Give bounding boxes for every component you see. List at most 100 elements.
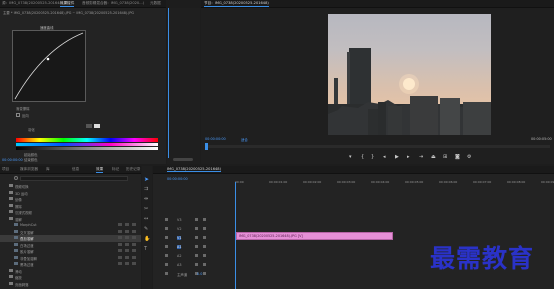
effects-tree-label: 划像	[15, 198, 22, 202]
speed-curve-graph[interactable]	[12, 30, 86, 102]
toggle-output-icon[interactable]	[195, 254, 198, 257]
lock-icon[interactable]	[165, 254, 168, 257]
effects-tabbar: 项目 媒体浏览器 库 信息 效果 标记 历史记录	[0, 166, 141, 174]
eye-icon[interactable]	[203, 245, 206, 248]
gradient-bar[interactable]	[16, 138, 158, 142]
lock-icon[interactable]	[165, 236, 168, 239]
track-header[interactable]: V3	[161, 216, 233, 224]
text-tool-icon[interactable]: T	[144, 246, 147, 252]
reverse-label: 反向	[22, 114, 29, 118]
slip-tool-icon[interactable]: ↔	[144, 216, 148, 222]
v1-clip[interactable]: IMG_0738(20200525-201648).JPG [V]	[236, 232, 393, 240]
fit-dropdown[interactable]: 适合	[241, 137, 248, 142]
step-back-icon[interactable]: ◂	[383, 154, 386, 160]
32bit-icon	[125, 236, 129, 239]
folder-icon	[9, 281, 13, 285]
speed-curve-line	[14, 32, 84, 100]
effect-controls-timecode[interactable]: 00:00:00:00	[2, 158, 23, 162]
effects-tree-label: 溶解	[15, 217, 22, 222]
gradient-bar-3[interactable]	[16, 147, 158, 150]
tab-libraries[interactable]: 库	[46, 167, 50, 172]
track-header[interactable]: A3	[161, 261, 233, 269]
yuv-icon	[132, 229, 136, 233]
eye-icon[interactable]	[203, 236, 206, 239]
toggle-output-icon[interactable]	[195, 218, 198, 221]
transition-icon	[14, 255, 18, 259]
lift-icon[interactable]: ⏏	[431, 154, 436, 160]
tab-media-browser[interactable]: 媒体浏览器	[20, 167, 38, 172]
lock-icon[interactable]	[165, 263, 168, 266]
tab-audio-clip-mixer[interactable]: 音频剪辑混合器：IMG_0738(2020...)	[82, 1, 144, 6]
eye-icon[interactable]	[203, 227, 206, 230]
track-header[interactable]: V2	[161, 225, 233, 233]
yuv-icon	[132, 262, 136, 265]
eye-icon[interactable]	[203, 254, 206, 257]
mark-in-icon[interactable]: ▾	[349, 154, 352, 160]
lock-icon[interactable]	[165, 218, 168, 221]
program-scrub-bar[interactable]	[205, 145, 550, 148]
track-label: 主声道	[177, 273, 188, 277]
camera-icon[interactable]: ◙	[455, 154, 460, 160]
effects-search-input[interactable]	[20, 176, 128, 181]
track-label: V2	[177, 227, 182, 231]
hand-tool-icon[interactable]: ✋	[144, 236, 150, 242]
32bit-icon	[125, 249, 129, 252]
yuv-icon	[132, 223, 136, 226]
tools-panel: ➤ ⇉ ⇹ ✂ ↔ ✎ ✋ T	[142, 166, 152, 289]
program-timecode[interactable]: 00:00:00:00	[205, 137, 226, 141]
track-header[interactable]: A2	[161, 252, 233, 260]
ruler-tick-label: 00:00:02:00	[303, 180, 322, 184]
go-to-out-icon[interactable]: ⇥	[419, 154, 423, 160]
track-header[interactable]: A1	[161, 243, 233, 251]
track-select-tool-icon[interactable]: ⇉	[144, 186, 148, 192]
go-to-in-icon[interactable]: }	[371, 154, 374, 160]
effects-tree-item[interactable]: 页面剥落	[0, 281, 141, 288]
eye-icon[interactable]	[203, 263, 206, 266]
program-playhead[interactable]	[205, 143, 208, 150]
toggle-output-icon[interactable]	[195, 227, 198, 230]
tab-program[interactable]: 节目：IMG_0738(20200525-201648)	[204, 1, 269, 7]
tab-sequence[interactable]: IMG_0738(20200525-201648)	[167, 167, 221, 172]
pen-tool-icon[interactable]: ✎	[144, 226, 148, 232]
eye-icon[interactable]	[203, 272, 206, 275]
toggle-output-icon[interactable]	[195, 263, 198, 266]
master-volume-value[interactable]: 0.0	[197, 272, 202, 276]
play-icon[interactable]: ▶	[395, 154, 399, 160]
feather-label: 羽化	[28, 128, 35, 132]
tab-markers[interactable]: 标记	[112, 167, 119, 172]
effects-tree-label: 擦除	[15, 204, 22, 209]
yuv-icon	[132, 255, 136, 259]
tab-metadata[interactable]: 元数据	[150, 1, 161, 6]
track-header[interactable]: V1	[161, 234, 233, 242]
gradient-bar-2[interactable]	[16, 143, 158, 146]
eyedropper-icon[interactable]	[86, 124, 92, 128]
mini-scroll-handle[interactable]	[173, 158, 193, 161]
razor-tool-icon[interactable]: ✂	[144, 206, 148, 212]
effect-label: 渐变擦除	[16, 107, 30, 111]
eye-icon[interactable]	[203, 218, 206, 221]
lock-icon[interactable]	[165, 272, 168, 275]
timeline-timecode[interactable]: 00:00:00:00	[167, 177, 188, 181]
program-monitor-panel: 节目：IMG_0738(20200525-201648) 00:00:00:00…	[201, 0, 554, 164]
timeline-ruler[interactable]: 00:00 00:00:01:00 00:00:02:00 00:00:03:00 00…	[235, 180, 554, 188]
mini-playhead[interactable]	[168, 8, 169, 158]
program-video-frame[interactable]	[328, 14, 491, 135]
lock-icon[interactable]	[165, 227, 168, 230]
settings-icon[interactable]: ⚙	[467, 154, 471, 160]
toggle-output-icon[interactable]	[195, 245, 198, 248]
tab-effects[interactable]: 效果	[96, 167, 104, 173]
toggle-output-icon[interactable]	[195, 236, 198, 239]
ripple-edit-tool-icon[interactable]: ⇹	[144, 196, 148, 202]
tab-history[interactable]: 历史记录	[126, 167, 140, 172]
reverse-checkbox[interactable]	[16, 113, 20, 117]
ruler-tick-label: 00:00	[235, 180, 244, 184]
tab-project[interactable]: 项目	[2, 167, 9, 172]
tab-effect-controls[interactable]: 效果控件	[60, 1, 75, 7]
tab-info[interactable]: 信息	[72, 167, 79, 172]
extract-icon[interactable]: ⊞	[443, 154, 447, 160]
mark-out-icon[interactable]: {	[361, 154, 364, 160]
selection-tool-icon[interactable]: ➤	[144, 176, 150, 183]
color-swatch[interactable]	[94, 124, 100, 128]
lock-icon[interactable]	[165, 245, 168, 248]
step-forward-icon[interactable]: ▸	[407, 154, 410, 160]
